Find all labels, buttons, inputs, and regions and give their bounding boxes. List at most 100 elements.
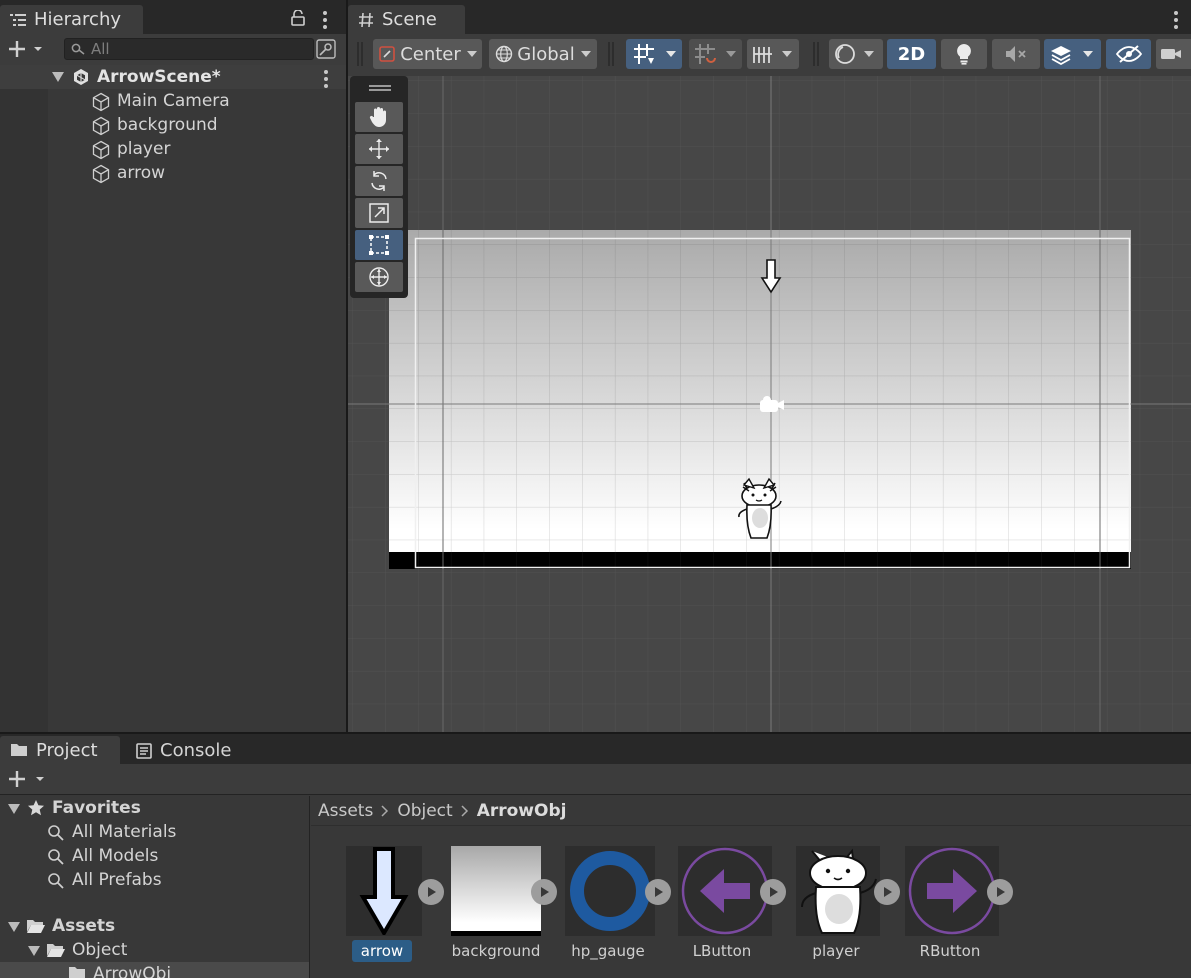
expand-play-icon[interactable] (531, 879, 557, 905)
favorites-row[interactable]: Favorites (0, 796, 309, 820)
hierarchy-search-input[interactable]: All (64, 38, 314, 60)
toolbar-grip[interactable] (357, 42, 363, 66)
lighting-toggle[interactable] (941, 39, 987, 69)
scale-icon (368, 202, 390, 224)
hierarchy-item[interactable]: Main Camera (0, 89, 346, 113)
palette-grip[interactable] (369, 89, 391, 91)
object-folder-row[interactable]: Object (0, 938, 309, 962)
asset-label[interactable]: player (800, 940, 872, 962)
favorites-item[interactable]: All Prefabs (0, 868, 309, 892)
expand-play-icon[interactable] (645, 879, 671, 905)
asset-label[interactable]: arrow (352, 940, 412, 962)
audio-toggle[interactable] (992, 39, 1040, 69)
asset-tile-lbutton[interactable] (678, 846, 786, 936)
project-folder-tree: Favorites All Materials All Models All P… (0, 796, 310, 978)
rbutton-thumbnail (905, 846, 999, 936)
effects-toggle[interactable] (1044, 39, 1101, 69)
favorites-item-label: All Prefabs (72, 870, 162, 890)
search-icon (71, 43, 85, 55)
scene-root-row[interactable]: ArrowScene* (0, 65, 346, 89)
lock-icon[interactable] (291, 10, 305, 26)
expand-triangle-icon[interactable] (28, 946, 40, 956)
space-label: Global (517, 43, 575, 65)
expand-play-icon[interactable] (760, 879, 786, 905)
tab-project[interactable]: Project (0, 736, 120, 764)
pivot-dropdown[interactable]: Center (373, 39, 482, 69)
rect-tool[interactable] (355, 230, 403, 260)
rotate-tool[interactable] (355, 166, 403, 196)
open-folder-icon (46, 942, 66, 958)
tab-hierarchy[interactable]: Hierarchy (0, 5, 143, 34)
asset-label[interactable]: hp_gauge (562, 940, 654, 962)
gameobject-cube-icon (91, 164, 111, 184)
chevron-down-icon (864, 51, 874, 57)
expand-play-icon[interactable] (987, 879, 1013, 905)
hierarchy-item[interactable]: arrow (0, 161, 346, 185)
scale-tool[interactable] (355, 198, 403, 228)
asset-label[interactable]: RButton (910, 940, 990, 962)
asset-label[interactable]: LButton (682, 940, 762, 962)
hand-tool[interactable] (355, 102, 403, 132)
pivot-center-icon (378, 45, 396, 63)
asset-tile-arrow[interactable] (346, 846, 444, 936)
rotate-icon (368, 170, 390, 192)
scene-view-canvas[interactable] (348, 76, 1191, 732)
search-icon (47, 824, 65, 842)
scene-camera-dropdown[interactable] (1156, 39, 1191, 69)
palette-grip[interactable] (369, 85, 391, 87)
asset-tile-player[interactable] (796, 846, 900, 936)
hierarchy-search-placeholder: All (91, 40, 110, 58)
move-tool[interactable] (355, 134, 403, 164)
camera-icon (1160, 46, 1182, 62)
hierarchy-item-label: player (117, 139, 171, 159)
scene-viewport[interactable] (348, 76, 1191, 732)
scene-menu-icon[interactable] (324, 70, 328, 91)
expand-play-icon[interactable] (418, 879, 444, 905)
arrowobj-folder-label: ArrowObj (93, 964, 172, 978)
favorites-item-label: All Materials (72, 822, 177, 842)
favorites-item[interactable]: All Models (0, 844, 309, 868)
asset-tile-background[interactable] (451, 846, 557, 936)
space-dropdown[interactable]: Global (489, 39, 597, 69)
assets-folder-row[interactable]: Assets (0, 914, 309, 938)
add-icon[interactable] (8, 770, 48, 788)
expand-triangle-icon[interactable] (8, 922, 20, 932)
increment-snap-icon (693, 42, 717, 66)
arrow-thumbnail (346, 846, 422, 936)
chevron-down-icon (1083, 51, 1093, 57)
grid-snap-toggle[interactable] (626, 39, 682, 69)
breadcrumb-root[interactable]: Assets (318, 801, 373, 821)
expand-triangle-icon[interactable] (52, 72, 64, 82)
tab-scene[interactable]: Scene (348, 5, 465, 34)
increment-snap-toggle[interactable] (689, 39, 742, 69)
breadcrumb-current[interactable]: ArrowObj (477, 801, 567, 821)
expand-triangle-icon[interactable] (8, 804, 20, 814)
hierarchy-item[interactable]: player (0, 137, 346, 161)
grid-visibility-toggle[interactable] (747, 39, 799, 69)
transform-tool[interactable] (355, 262, 403, 292)
hierarchy-menu-icon[interactable] (323, 11, 327, 32)
asset-tile-rbutton[interactable] (905, 846, 1013, 936)
scene-visibility-toggle[interactable] (1106, 39, 1151, 69)
hierarchy-item[interactable]: background (0, 113, 346, 137)
expand-play-icon[interactable] (874, 879, 900, 905)
grid-ruler-icon (752, 42, 776, 66)
shading-mode-dropdown[interactable] (829, 39, 883, 69)
scene-search-icon[interactable] (316, 39, 336, 59)
tab-hierarchy-label: Hierarchy (34, 9, 122, 30)
add-icon[interactable] (8, 40, 42, 58)
favorites-item[interactable]: All Materials (0, 820, 309, 844)
tab-console[interactable]: Console (136, 740, 231, 761)
asset-label[interactable]: background (446, 940, 546, 962)
lbutton-thumbnail (678, 846, 772, 936)
shading-sphere-icon (833, 42, 857, 66)
toolbar-grip[interactable] (813, 42, 819, 66)
asset-tile-hp-gauge[interactable] (565, 846, 671, 936)
2d-mode-toggle[interactable]: 2D (887, 39, 936, 69)
layers-effects-icon (1049, 43, 1073, 65)
breadcrumb-mid[interactable]: Object (397, 801, 452, 821)
chevron-right-icon (461, 804, 469, 817)
toolbar-grip[interactable] (608, 42, 614, 66)
scene-tab-menu-icon[interactable] (1174, 11, 1178, 32)
arrowobj-folder-row[interactable]: ArrowObj (0, 962, 309, 978)
